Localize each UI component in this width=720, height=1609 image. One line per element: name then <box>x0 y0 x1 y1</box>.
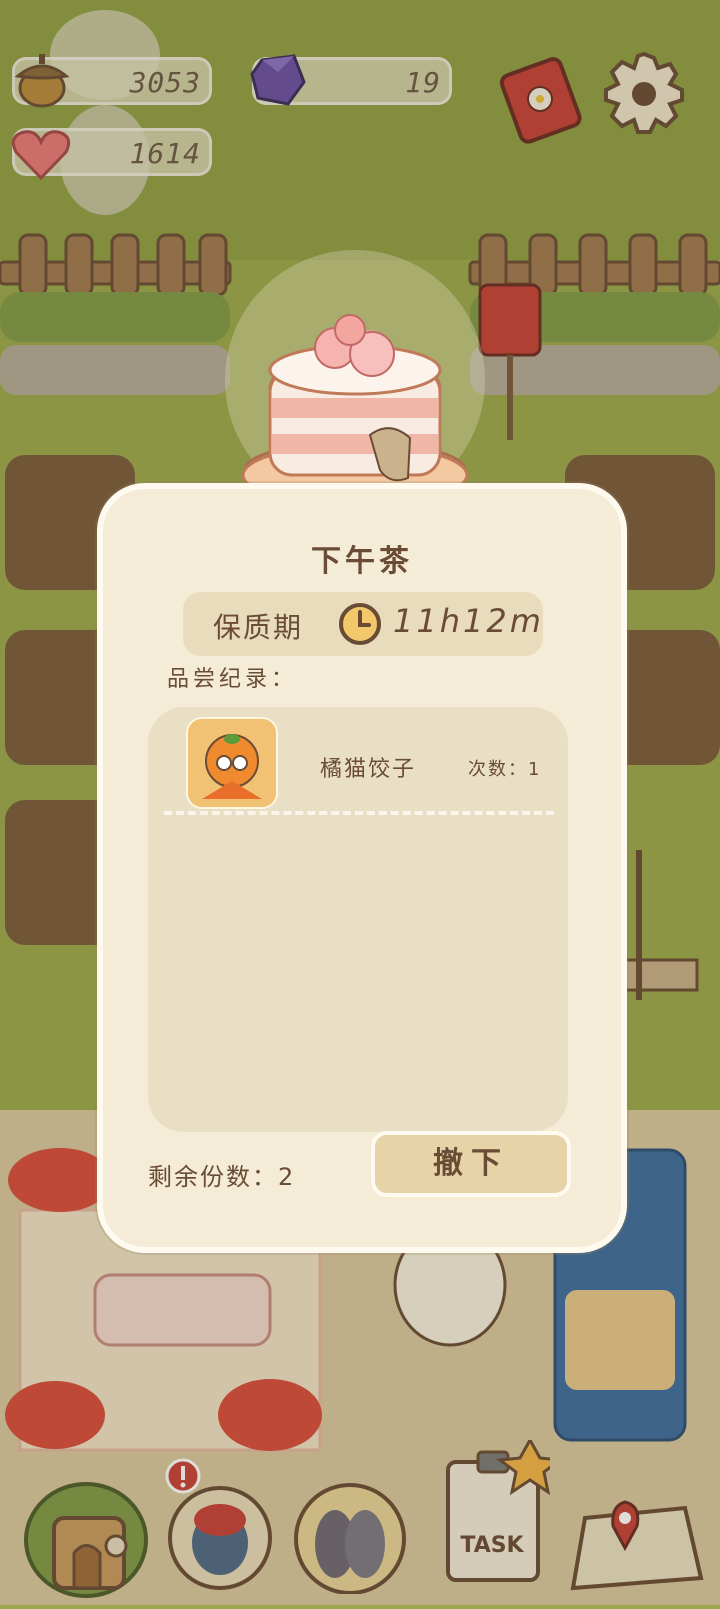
shelf-life-box: 保质期 11h12m <box>183 592 543 656</box>
remove-button[interactable]: 撤下 <box>371 1131 571 1197</box>
tasting-records-list[interactable]: 橘猫饺子 次数：1 <box>148 707 568 1132</box>
visitor-avatar <box>186 717 278 809</box>
clock-icon <box>338 602 382 650</box>
visit-count: 次数：1 <box>468 759 542 780</box>
shelf-life-label: 保质期 <box>213 611 304 644</box>
afternoon-tea-dialog: 下午茶 保质期 11h12m 品尝纪录： 橘猫饺子 次数：1 剩余份数：2 撤下 <box>97 483 627 1253</box>
tasting-records-label: 品尝纪录： <box>167 667 298 692</box>
shelf-life-value: 11h12m <box>393 602 544 640</box>
list-item: 橘猫饺子 次数：1 <box>148 707 568 817</box>
row-divider <box>164 811 554 815</box>
remaining-portions: 剩余份数：2 <box>148 1163 296 1191</box>
dialog-title: 下午茶 <box>311 544 413 579</box>
visitor-name: 橘猫饺子 <box>320 757 417 782</box>
